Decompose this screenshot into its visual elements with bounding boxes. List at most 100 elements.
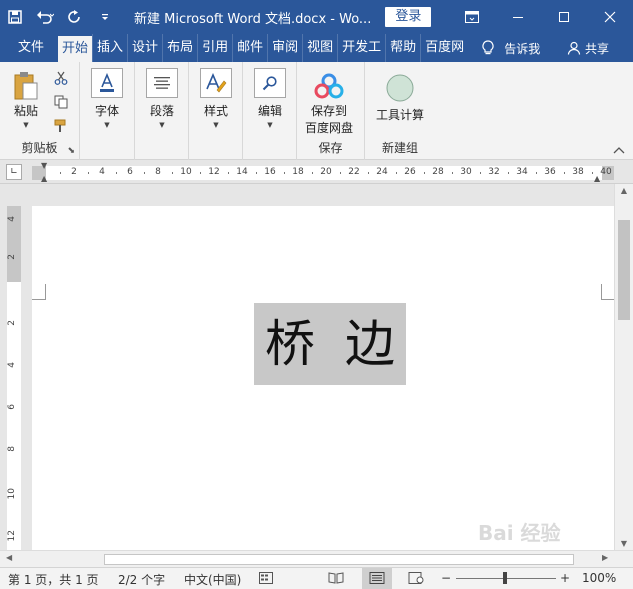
clipboard-icon — [10, 70, 42, 102]
new-group: 工具计算 新建组 — [365, 62, 435, 160]
tab-home[interactable]: 开始 — [58, 36, 93, 62]
zoom-level[interactable]: 100% — [582, 571, 616, 585]
vertical-scrollbar[interactable]: ▲ ▼ — [614, 184, 633, 550]
copy-icon[interactable] — [51, 92, 71, 112]
styles-button[interactable]: 样式 ▼ — [200, 68, 232, 129]
scroll-right-icon[interactable]: ▶ — [602, 553, 608, 562]
macro-record-icon[interactable] — [258, 571, 274, 585]
save-to-label: 保存到 — [311, 104, 348, 118]
chevron-down-icon[interactable]: ▼ — [23, 121, 28, 129]
horizontal-scrollbar[interactable]: ◀ ▶ — [0, 550, 633, 567]
document-text[interactable]: 桥边 — [265, 319, 425, 369]
ruler-tick-label: 40 — [600, 167, 612, 177]
title-bar: 新建 Microsoft Word 文档.docx - Wo... 登录 — [0, 0, 633, 34]
horizontal-ruler[interactable]: ▼ ▲ ▲ 2 4 6 8 10 12 14 16 18 20 22 24 26 28 30 32 34 36 38… — [32, 161, 614, 183]
scroll-left-icon[interactable]: ◀ — [6, 553, 12, 562]
ruler-tick-label: 20 — [320, 167, 332, 177]
editing-button[interactable]: 编辑 ▼ — [254, 68, 286, 129]
word-count[interactable]: 2/2 个字 — [118, 571, 165, 588]
ruler-tick-label: 6 — [7, 404, 17, 410]
ruler-tick-mark — [172, 172, 173, 174]
tab-help[interactable]: 帮助 — [385, 34, 420, 62]
tool-calc-label: 工具计算 — [376, 108, 425, 122]
tab-selector-icon[interactable]: ∟ — [6, 164, 22, 180]
margin-corner-mark — [32, 284, 46, 300]
tab-layout[interactable]: 布局 — [162, 34, 197, 62]
zoom-out-button[interactable]: − — [441, 571, 451, 585]
ruler-tick-label: 24 — [376, 167, 388, 177]
horizontal-scroll-thumb[interactable] — [104, 554, 574, 565]
paragraph-button[interactable]: 段落 ▼ — [146, 68, 178, 129]
tab-mailings[interactable]: 邮件 — [232, 34, 267, 62]
ruler-tick-label: 32 — [488, 167, 500, 177]
zoom-in-button[interactable]: + — [560, 571, 570, 585]
collapse-ribbon-icon[interactable] — [613, 146, 625, 157]
tool-calc-button[interactable]: 工具计算 — [376, 72, 424, 123]
margin-corner-mark — [601, 284, 614, 300]
ruler-tick-mark — [144, 172, 145, 174]
ruler-tick-label: 14 — [236, 167, 248, 177]
tab-file[interactable]: 文件 — [0, 34, 58, 62]
language-indicator[interactable]: 中文(中国) — [184, 571, 241, 588]
person-icon — [567, 41, 581, 55]
tab-baidu-netdisk[interactable]: 百度网 — [420, 34, 468, 62]
ruler-tick-label: 36 — [544, 167, 556, 177]
tab-insert[interactable]: 插入 — [92, 34, 127, 62]
editing-group: 编辑 ▼ — [243, 62, 297, 160]
web-layout-icon[interactable] — [408, 571, 424, 585]
selected-text-highlight[interactable]: 桥边 — [254, 303, 406, 385]
tab-developer[interactable]: 开发工 — [337, 34, 385, 62]
undo-icon[interactable] — [30, 0, 60, 34]
paste-button[interactable]: 粘贴 ▼ — [10, 70, 42, 129]
ruler-tick-mark — [340, 172, 341, 174]
tab-references[interactable]: 引用 — [197, 34, 232, 62]
right-indent-icon[interactable]: ▲ — [594, 174, 600, 183]
editing-label: 编辑 — [257, 104, 282, 118]
ruler-tick-mark — [536, 172, 537, 174]
scroll-up-icon[interactable]: ▲ — [615, 186, 633, 195]
ruler-tick-mark — [564, 172, 565, 174]
quick-access-toolbar — [0, 0, 120, 34]
circle-placeholder-icon — [384, 72, 416, 104]
customize-icon[interactable] — [90, 0, 120, 34]
ruler-tick-label: 4 — [99, 167, 105, 177]
ruler-tick-label: 4 — [7, 362, 17, 368]
close-icon[interactable] — [587, 0, 633, 34]
ruler-tick-mark — [368, 172, 369, 174]
ruler-tick-label: 10 — [7, 488, 17, 500]
font-button[interactable]: 字体 ▼ — [91, 68, 123, 129]
scroll-down-icon[interactable]: ▼ — [615, 539, 633, 548]
ruler-tick-mark — [116, 172, 117, 174]
font-label: 字体 — [94, 104, 119, 118]
tell-me-box[interactable]: 告诉我 — [482, 34, 540, 62]
cut-icon[interactable] — [51, 68, 71, 88]
tab-design[interactable]: 设计 — [127, 34, 162, 62]
dialog-launcher-icon[interactable]: ⬊ — [67, 146, 75, 156]
left-indent-icon[interactable]: ▲ — [41, 174, 47, 183]
save-icon[interactable] — [0, 0, 30, 34]
vertical-scroll-thumb[interactable] — [618, 220, 630, 320]
page-count[interactable]: 第 1 页，共 1 页 — [8, 571, 99, 588]
baidu-netdisk-icon — [313, 70, 345, 102]
format-painter-icon[interactable] — [51, 116, 71, 136]
zoom-slider-thumb[interactable] — [503, 572, 507, 584]
save-to-baidu-button[interactable]: 保存到 百度网盘 — [305, 70, 353, 136]
document-page[interactable]: 桥边 — [32, 206, 614, 550]
tab-review[interactable]: 审阅 — [267, 34, 302, 62]
paste-label: 粘贴 — [13, 104, 38, 118]
ribbon-display-icon[interactable] — [449, 0, 495, 34]
login-button[interactable]: 登录 — [385, 7, 432, 27]
ruler-tick-mark — [284, 172, 285, 174]
vertical-ruler[interactable]: 4 2 2 4 6 8 10 12 — [7, 206, 21, 550]
print-layout-icon[interactable] — [369, 571, 385, 585]
document-area[interactable]: 桥边 — [32, 184, 614, 550]
share-button[interactable]: 共享 — [567, 34, 609, 62]
maximize-icon[interactable] — [541, 0, 587, 34]
first-line-indent-icon[interactable]: ▼ — [41, 161, 47, 170]
ruler-tick-label: 26 — [404, 167, 416, 177]
redo-icon[interactable] — [60, 0, 90, 34]
read-mode-icon[interactable] — [328, 571, 344, 585]
tab-view[interactable]: 视图 — [302, 34, 337, 62]
status-bar: 第 1 页，共 1 页 2/2 个字 中文(中国) − + 100% — [0, 567, 633, 589]
minimize-icon[interactable] — [495, 0, 541, 34]
